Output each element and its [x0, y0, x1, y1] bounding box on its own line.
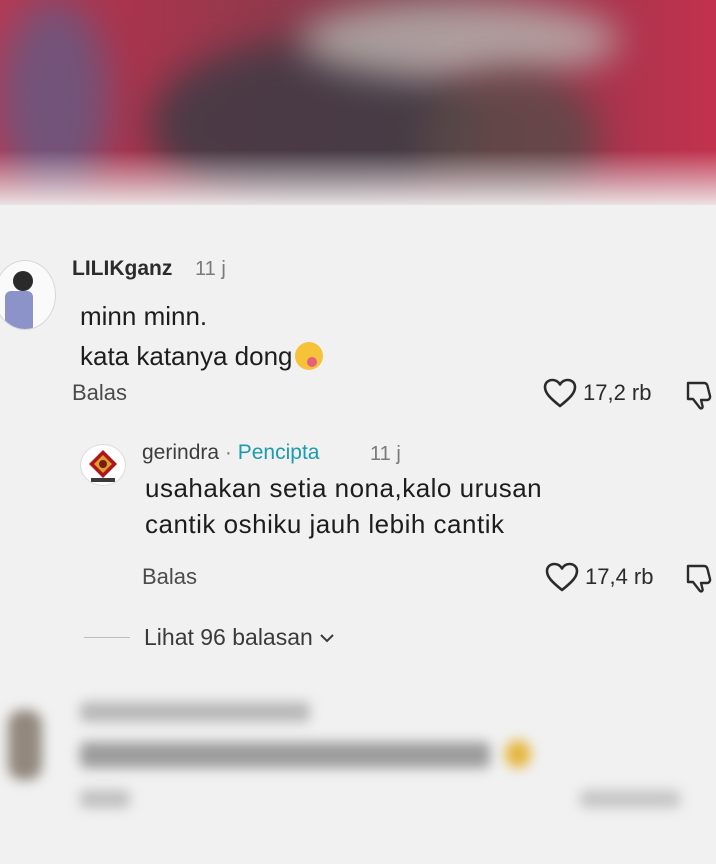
comment-text-line: kata katanya dong	[80, 341, 293, 371]
yum-emoji-icon	[294, 342, 323, 370]
reply-button[interactable]: Balas	[72, 380, 127, 406]
creator-badge: Pencipta	[237, 441, 320, 464]
comment-author[interactable]: gerindra · Pencipta	[142, 441, 319, 465]
user-avatar[interactable]	[0, 260, 56, 330]
thumbs-down-icon	[686, 381, 712, 410]
like-count: 17,2 rb	[583, 380, 652, 405]
comment-author-name[interactable]: gerindra	[142, 441, 219, 464]
comment-author[interactable]: LILIKganz	[72, 257, 172, 281]
like-button[interactable]: 17,2 rb	[543, 378, 652, 408]
reply-button[interactable]: Balas	[142, 564, 197, 590]
comment-text-line: cantik oshiku jauh lebih cantik	[145, 509, 505, 539]
comment-text: minn minn. kata katanya dong	[80, 296, 323, 376]
comment-text-line: usahakan setia nona,kalo urusan	[145, 473, 543, 503]
view-replies-button[interactable]: Lihat 96 balasan	[84, 624, 335, 651]
dislike-button[interactable]	[684, 563, 716, 598]
comment-text: usahakan setia nona,kalo urusan cantik o…	[145, 470, 542, 542]
video-fade	[0, 150, 716, 230]
garuda-logo-avatar[interactable]	[80, 444, 126, 486]
separator: ·	[219, 441, 238, 464]
heart-icon	[545, 562, 579, 592]
comment-text-line: minn minn.	[80, 301, 208, 331]
view-replies-label: Lihat 96 balasan	[144, 624, 313, 650]
like-button[interactable]: 17,4 rb	[545, 562, 654, 592]
heart-icon	[543, 378, 577, 408]
thumbs-down-icon	[686, 564, 712, 593]
chevron-down-icon	[320, 633, 334, 642]
like-count: 17,4 rb	[585, 564, 654, 589]
blurred-next-comment	[0, 690, 716, 864]
comment-time: 11 j	[370, 443, 401, 465]
divider	[84, 637, 130, 638]
dislike-button[interactable]	[684, 380, 716, 415]
comment-time: 11 j	[195, 258, 226, 280]
